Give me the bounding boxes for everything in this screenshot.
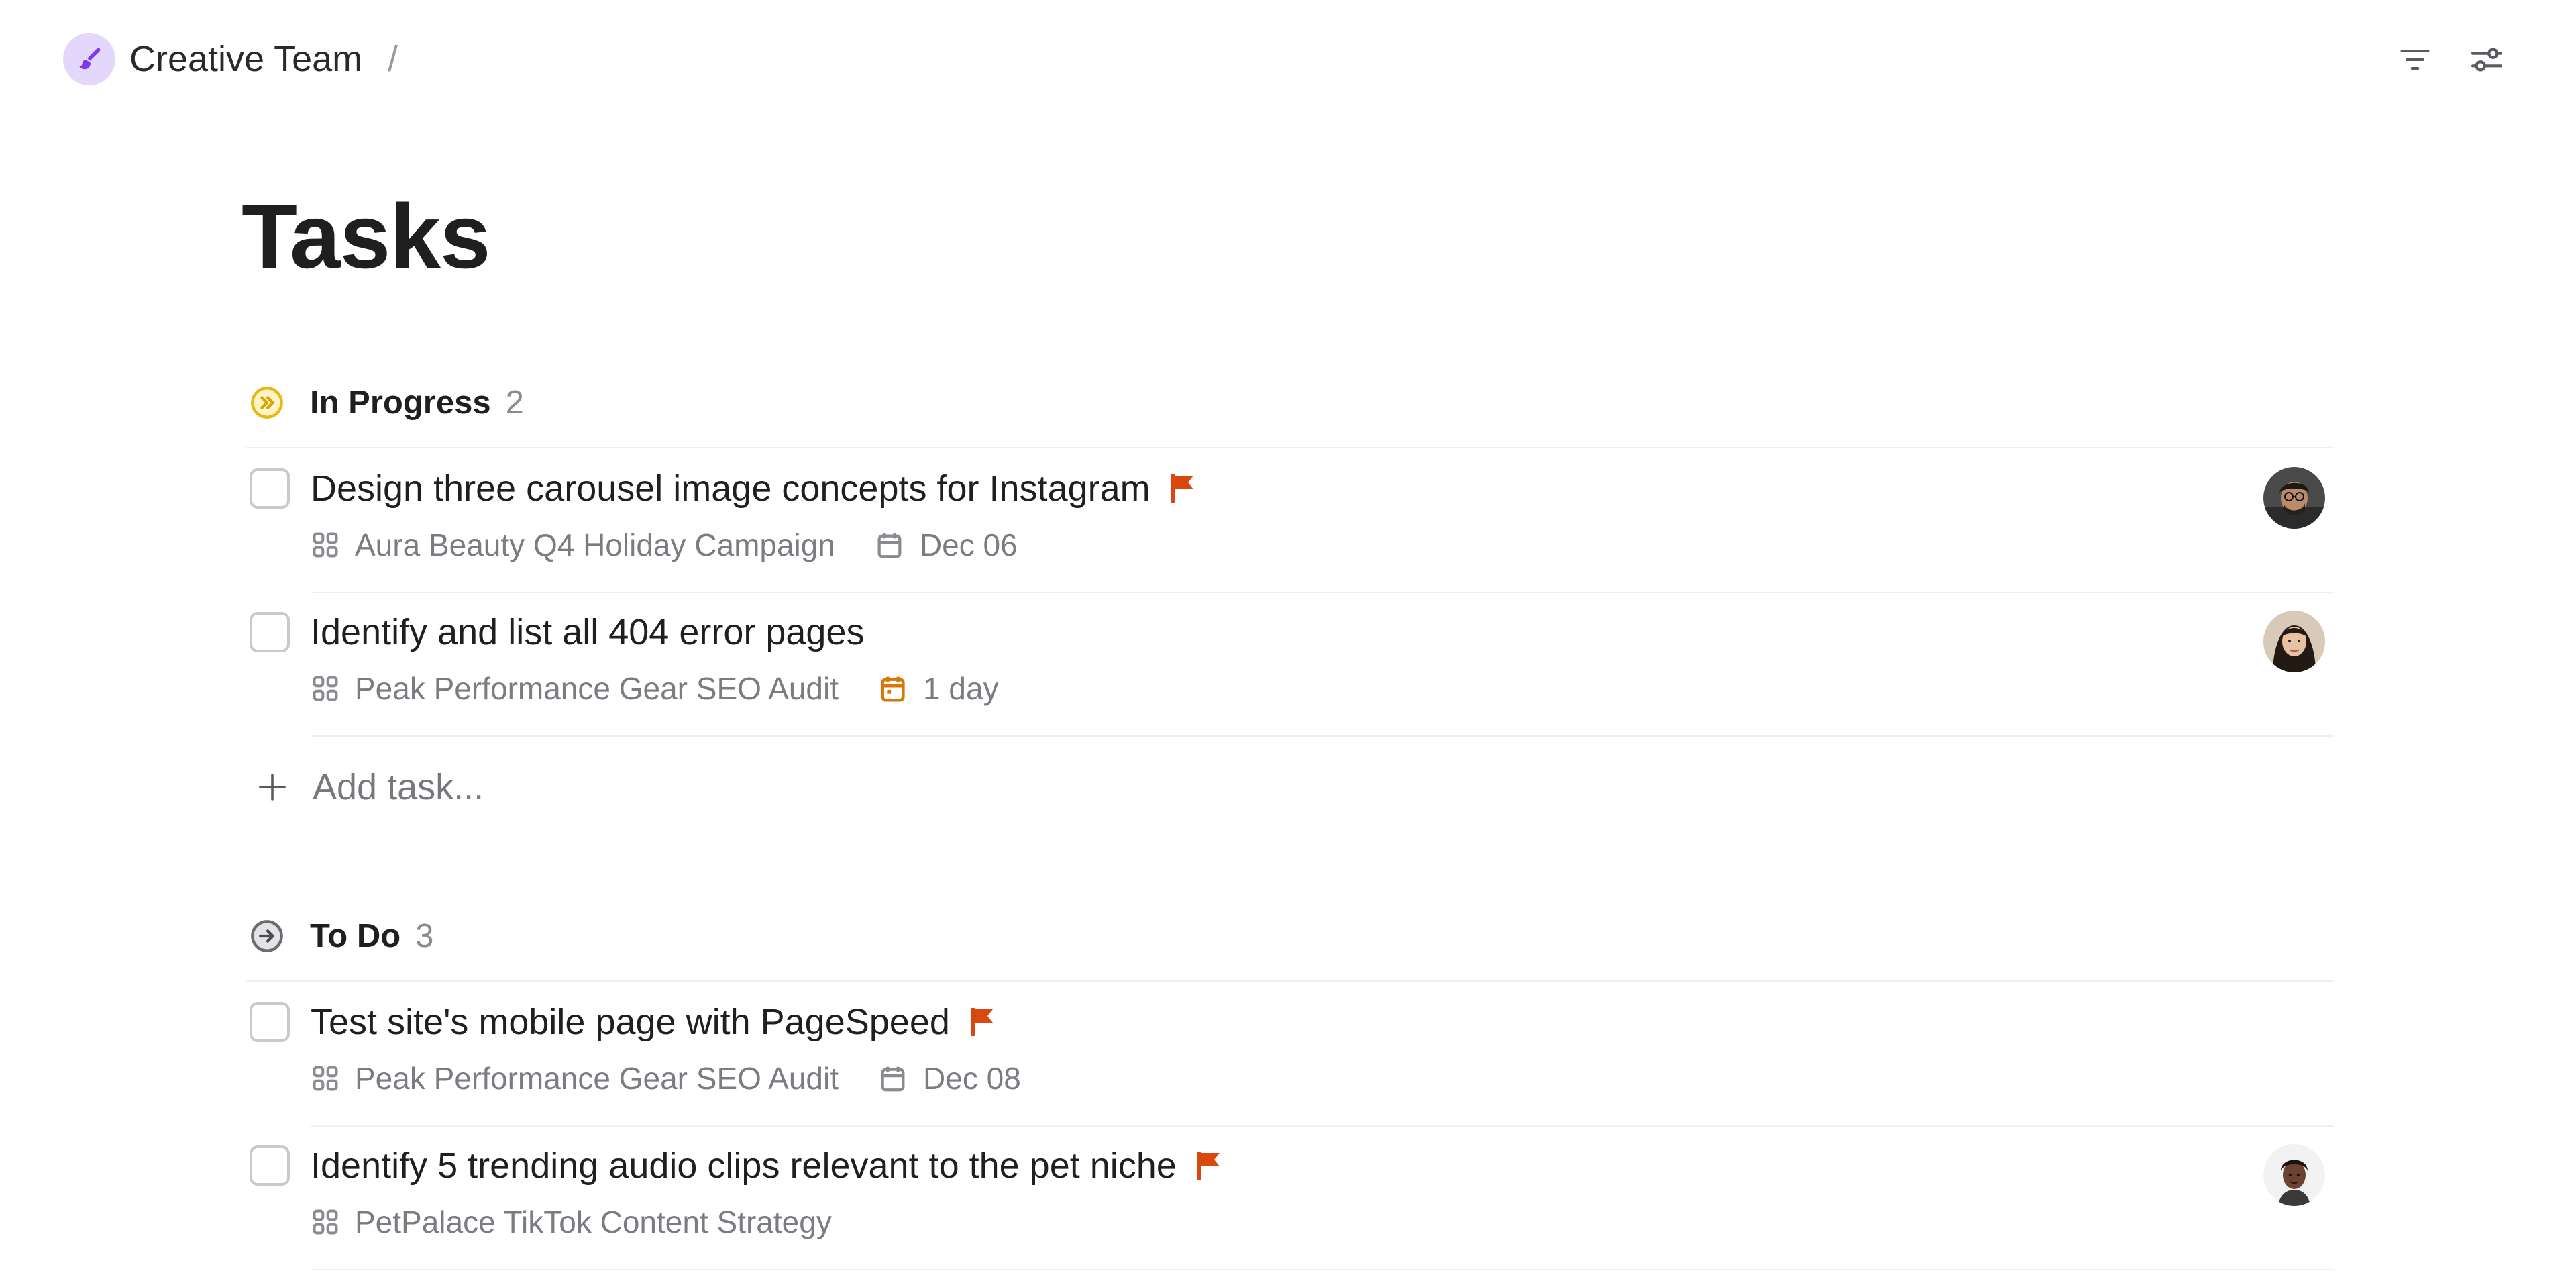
divider [246,980,2334,982]
team-avatar[interactable] [63,33,115,85]
task-project[interactable]: PetPalace TikTok Content Strategy [355,1204,832,1240]
task-due-date[interactable]: 1 day [923,670,999,707]
todo-icon [250,919,284,954]
calendar-due-soon-icon [877,673,908,704]
task-checkbox[interactable] [250,612,290,652]
filter-button[interactable] [2392,36,2438,83]
project-icon [311,1064,340,1093]
flag-icon [969,1006,996,1038]
task-due-date[interactable]: Dec 06 [920,527,1018,563]
task-project[interactable]: Peak Performance Gear SEO Audit [355,1060,839,1096]
filter-icon [2400,50,2430,70]
in-progress-icon [250,385,284,420]
project-icon [311,674,340,703]
assignee-avatar[interactable] [2263,1144,2325,1206]
section-count: 2 [505,385,524,421]
divider [311,735,2334,737]
breadcrumb-team-name[interactable]: Creative Team [129,35,362,83]
task-checkbox[interactable] [250,468,290,509]
assignee-avatar[interactable] [2263,467,2325,529]
task-title[interactable]: Identify 5 trending audio clips relevant… [311,1145,1177,1186]
project-icon [311,530,340,560]
divider [311,1269,2334,1270]
add-task-label: Add task... [313,767,484,807]
task-project[interactable]: Aura Beauty Q4 Holiday Campaign [355,527,835,563]
calendar-icon [877,1063,908,1094]
paintbrush-icon [79,48,101,70]
task-title[interactable]: Test site's mobile page with PageSpeed [311,1001,950,1043]
view-settings-button[interactable] [2463,36,2510,83]
assignee-avatar[interactable] [2263,611,2325,672]
add-task-button[interactable]: Add task... [252,760,484,814]
top-bar: Creative Team / [0,0,2576,118]
task-row[interactable]: Identify 5 trending audio clips relevant… [0,1127,2576,1270]
section-title: In Progress [310,385,491,421]
flag-icon [1169,472,1196,505]
flag-icon [1195,1150,1222,1182]
task-checkbox[interactable] [250,1145,290,1186]
section-title: To Do [310,918,401,954]
task-due-date[interactable]: Dec 08 [923,1060,1021,1096]
sliders-icon [2471,48,2503,72]
task-title[interactable]: Design three carousel image concepts for… [311,468,1150,509]
breadcrumb-separator: / [388,39,398,79]
task-project[interactable]: Peak Performance Gear SEO Audit [355,670,839,707]
project-icon [311,1207,340,1237]
task-row[interactable]: Identify and list all 404 error pages Pe… [0,593,2576,737]
section-header[interactable]: To Do 3 [250,909,433,963]
divider [246,447,2334,448]
task-checkbox[interactable] [250,1002,290,1042]
section-count: 3 [415,918,434,954]
calendar-icon [874,529,905,560]
task-row[interactable]: Design three carousel image concepts for… [0,450,2576,593]
page-title: Tasks [241,185,491,287]
task-row[interactable]: Test site's mobile page with PageSpeed P… [0,983,2576,1127]
section-header[interactable]: In Progress 2 [250,376,524,429]
task-title[interactable]: Identify and list all 404 error pages [311,611,864,653]
plus-icon [252,767,292,807]
